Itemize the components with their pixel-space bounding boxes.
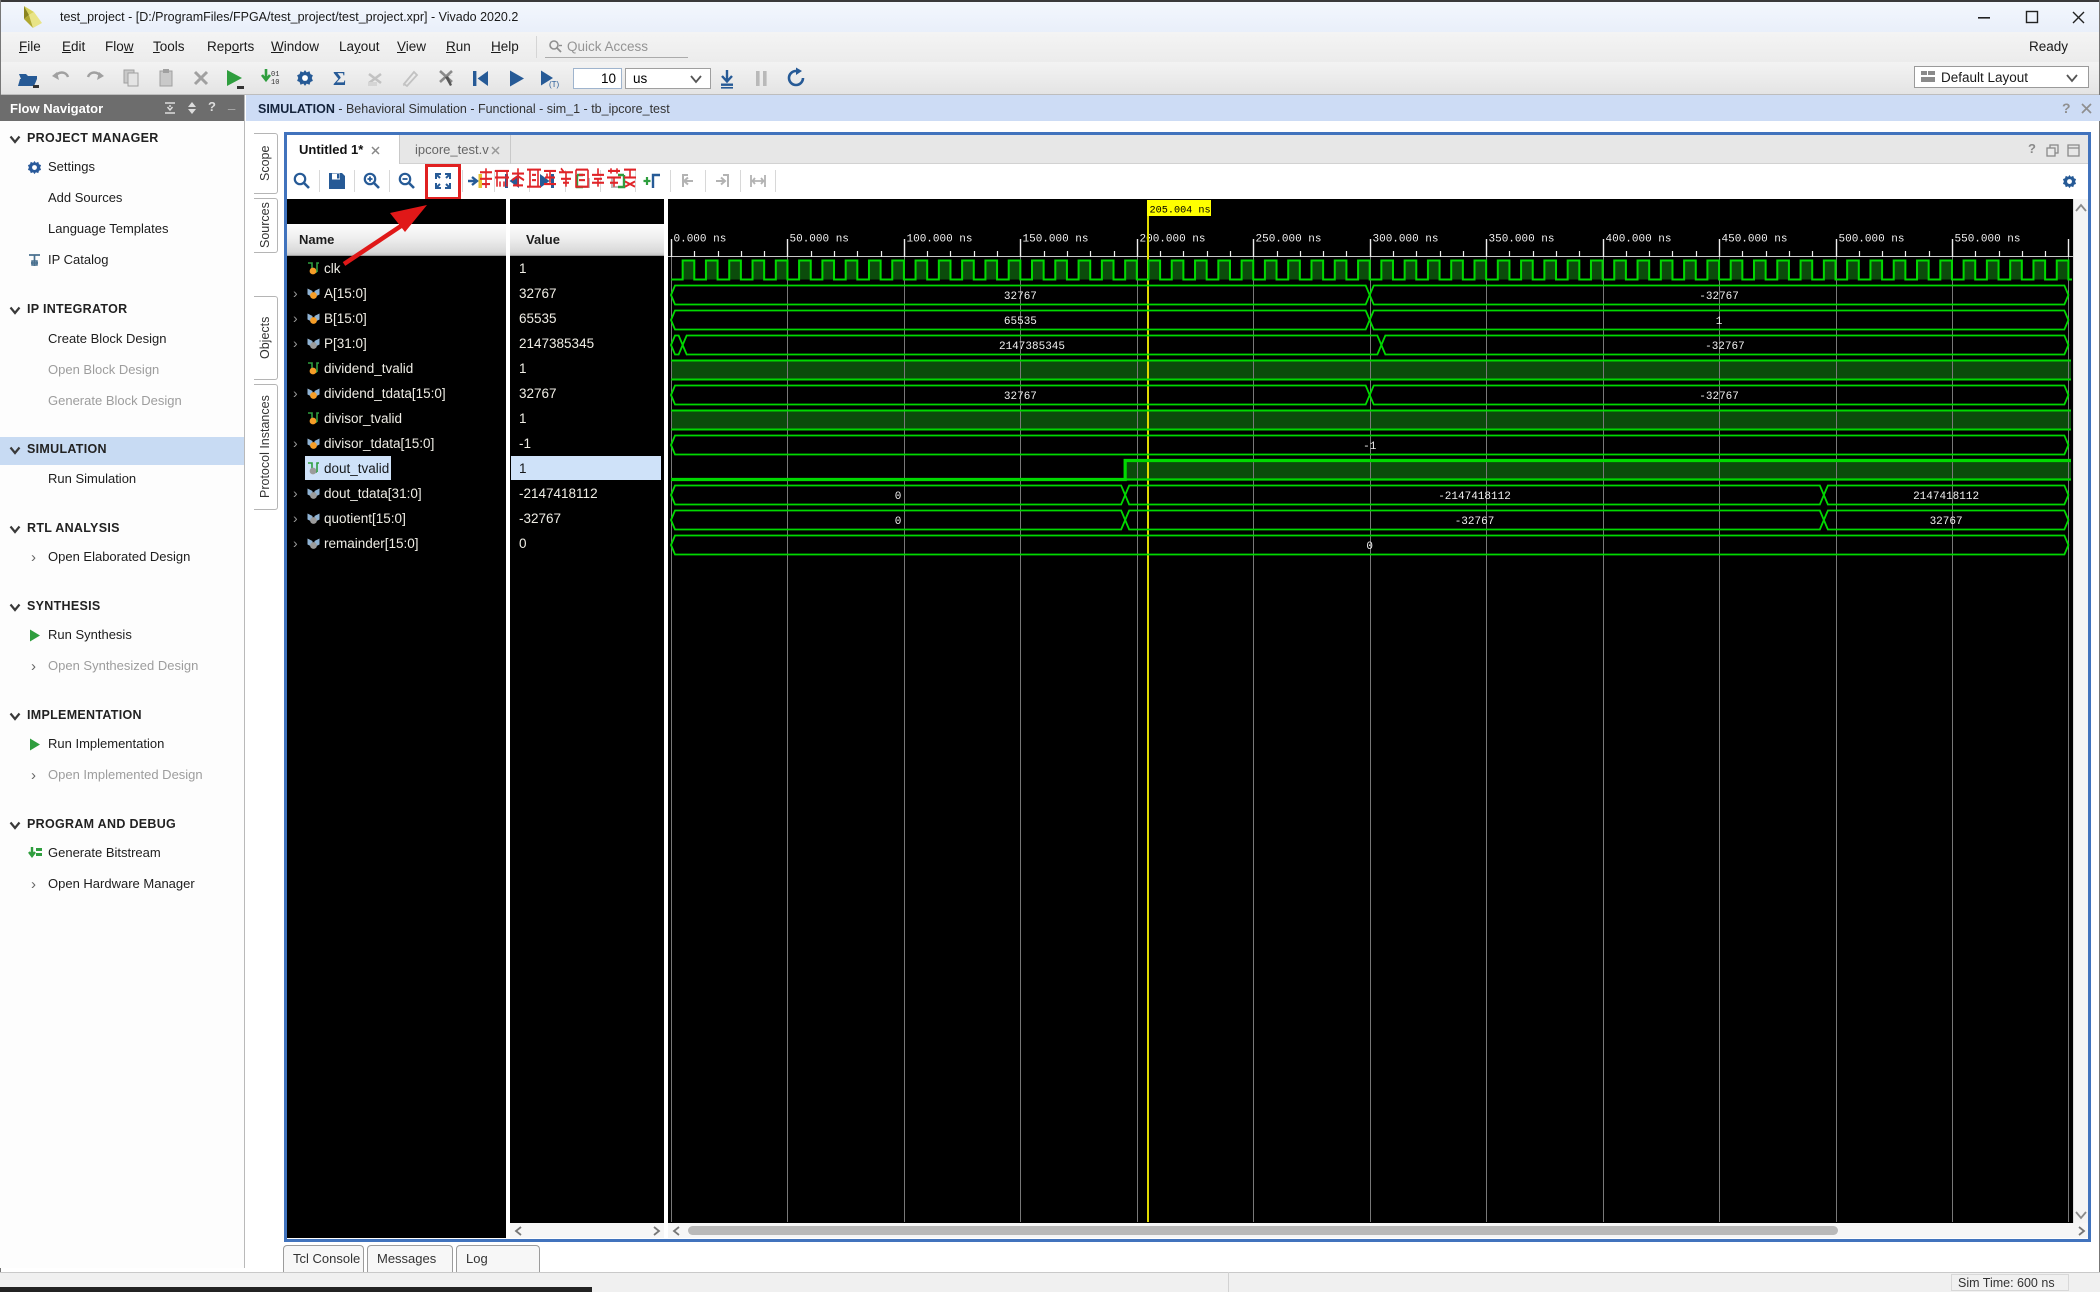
svg-text:1: 1 — [1716, 316, 1723, 328]
svg-text:01: 01 — [271, 71, 279, 79]
svg-text:500.000 ns: 500.000 ns — [1839, 234, 1905, 246]
svg-text:450.000 ns: 450.000 ns — [1722, 234, 1788, 246]
svg-text:-2147418112: -2147418112 — [1438, 491, 1511, 503]
svg-text:0.000 ns: 0.000 ns — [674, 234, 727, 246]
svg-text:-32767: -32767 — [1699, 391, 1739, 403]
svg-text:(T): (T) — [549, 80, 560, 89]
svg-text:10: 10 — [271, 79, 279, 87]
svg-text:32767: 32767 — [1004, 391, 1037, 403]
svg-text:0: 0 — [895, 491, 902, 503]
svg-text:350.000 ns: 350.000 ns — [1489, 234, 1555, 246]
svg-text:300.000 ns: 300.000 ns — [1373, 234, 1439, 246]
svg-text:-32767: -32767 — [1455, 516, 1495, 528]
svg-text:2147385345: 2147385345 — [999, 341, 1065, 353]
svg-text:0: 0 — [895, 516, 902, 528]
svg-text:0: 0 — [1366, 541, 1373, 553]
svg-text:550.000 ns: 550.000 ns — [1955, 234, 2021, 246]
svg-text:65535: 65535 — [1004, 316, 1037, 328]
svg-text:32767: 32767 — [1930, 516, 1963, 528]
svg-text:205.004 ns: 205.004 ns — [1150, 206, 1211, 217]
svg-text:50.000 ns: 50.000 ns — [790, 234, 849, 246]
svg-text:2147418112: 2147418112 — [1913, 491, 1979, 503]
svg-text:32767: 32767 — [1004, 291, 1037, 303]
svg-text:-1: -1 — [1363, 441, 1377, 453]
svg-text:-32767: -32767 — [1705, 341, 1745, 353]
svg-text:150.000 ns: 150.000 ns — [1023, 234, 1089, 246]
svg-text:400.000 ns: 400.000 ns — [1606, 234, 1672, 246]
svg-text:200.000 ns: 200.000 ns — [1140, 234, 1206, 246]
svg-text:250.000 ns: 250.000 ns — [1256, 234, 1322, 246]
svg-text:Σ: Σ — [333, 68, 346, 89]
svg-text:100.000 ns: 100.000 ns — [907, 234, 973, 246]
svg-text:-32767: -32767 — [1699, 291, 1739, 303]
